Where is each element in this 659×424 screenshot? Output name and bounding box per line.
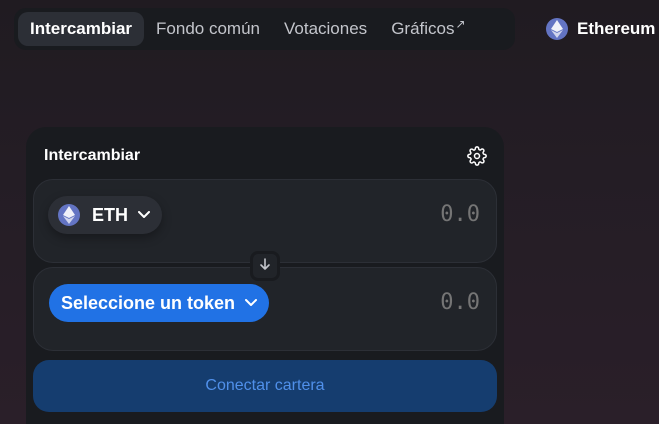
network-label: Ethereum xyxy=(577,19,656,38)
output-amount-field[interactable] xyxy=(320,290,480,315)
swap-title: Intercambiar xyxy=(44,147,141,164)
chevron-down-icon xyxy=(138,211,150,219)
nav-tab-graficos[interactable]: Gráficos ↗ xyxy=(379,12,477,46)
switch-direction-button[interactable] xyxy=(250,251,280,281)
select-token-button[interactable]: Seleccione un token xyxy=(49,284,270,322)
input-token-selector[interactable]: ETH xyxy=(48,196,162,234)
nav-tab-fondo-comun[interactable]: Fondo común xyxy=(144,12,272,46)
arrow-down-icon xyxy=(258,257,272,276)
network-selector[interactable]: Ethereum xyxy=(536,8,659,50)
gear-icon[interactable] xyxy=(466,145,488,167)
connect-wallet-label: Conectar cartera xyxy=(205,377,325,394)
connect-wallet-button[interactable]: Conectar cartera xyxy=(33,360,497,412)
swap-header: Intercambiar xyxy=(34,135,496,171)
input-amount-field[interactable] xyxy=(320,202,480,227)
nav-tab-label: Gráficos xyxy=(391,19,455,38)
external-link-icon: ↗ xyxy=(455,17,466,31)
nav-tab-votaciones[interactable]: Votaciones xyxy=(272,12,379,46)
nav-tab-label: Intercambiar xyxy=(30,19,133,38)
top-nav: Intercambiar Fondo común Votaciones Gráf… xyxy=(14,8,515,50)
nav-tab-label: Votaciones xyxy=(284,19,368,38)
select-token-label: Seleccione un token xyxy=(61,292,236,313)
nav-tab-label: Fondo común xyxy=(156,19,260,38)
chevron-down-icon xyxy=(245,299,258,307)
input-token-symbol: ETH xyxy=(92,204,128,225)
swap-card: Intercambiar ETH 0.0 Seleccione un token… xyxy=(26,127,504,424)
nav-tab-intercambiar[interactable]: Intercambiar xyxy=(18,12,145,46)
ethereum-icon xyxy=(58,204,80,226)
ethereum-icon xyxy=(546,18,568,40)
